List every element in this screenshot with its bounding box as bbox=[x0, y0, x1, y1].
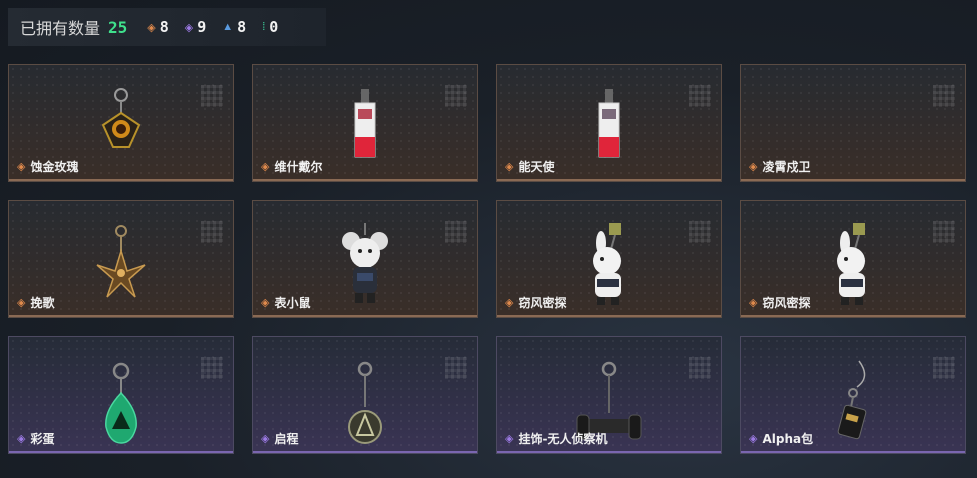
orange-diamond-icon: ◈ bbox=[261, 297, 270, 309]
purple-diamond-icon: ◈ bbox=[17, 433, 26, 445]
rose-pendant-icon bbox=[101, 88, 141, 148]
rarity-green-count: ⁞ 0 bbox=[262, 18, 279, 36]
charm-name: Alpha包 bbox=[762, 432, 814, 446]
charm-card[interactable]: ◈ 蚀金玫瑰 bbox=[8, 64, 234, 182]
charm-name: 窃风密探 bbox=[762, 296, 811, 310]
orange-diamond-icon: ◈ bbox=[17, 297, 26, 309]
charm-card[interactable]: ◈ 表小鼠 bbox=[252, 200, 478, 318]
orange-diamond-icon: ◈ bbox=[749, 161, 758, 173]
rarity-orange-count: ◈ 8 bbox=[147, 18, 169, 36]
charm-card[interactable]: ◈ 窃风密探 bbox=[496, 200, 722, 318]
blue-triangle-icon: ▲ bbox=[222, 21, 234, 33]
orange-diamond-icon: ◈ bbox=[261, 161, 270, 173]
rarity-purple-count: ◈ 9 bbox=[184, 18, 207, 36]
round-medal-charm-icon bbox=[348, 361, 382, 444]
red-tag-charm-icon bbox=[354, 89, 376, 158]
charm-name: 凌霄戍卫 bbox=[762, 160, 811, 174]
alpha-bag-charm-icon bbox=[837, 360, 867, 440]
purple-diamond-icon: ◈ bbox=[749, 433, 758, 445]
charm-card[interactable]: ◈ 能天使 bbox=[496, 64, 722, 182]
charm-card[interactable]: ◈ 挽歌 bbox=[8, 200, 234, 318]
orange-diamond-icon: ◈ bbox=[749, 297, 758, 309]
orange-diamond-icon: ◈ bbox=[17, 161, 26, 173]
purple-diamond-icon: ◈ bbox=[261, 433, 270, 445]
charm-name: 窃风密探 bbox=[518, 296, 567, 310]
owned-summary-bar: 已拥有数量 25 ◈ 8 ◈ 9 ▲ 8 ⁞ 0 bbox=[8, 8, 326, 46]
charm-name: 启程 bbox=[274, 432, 299, 446]
green-dots-icon: ⁞ bbox=[262, 21, 266, 33]
charm-name: 彩蛋 bbox=[30, 432, 55, 446]
charm-name: 挂饰-无人侦察机 bbox=[518, 432, 608, 446]
gold-sun-pendant-icon bbox=[96, 225, 146, 298]
charm-card[interactable]: ◈ Alpha包 bbox=[740, 336, 966, 454]
charm-card[interactable]: ◈ 启程 bbox=[252, 336, 478, 454]
charm-name: 表小鼠 bbox=[274, 296, 311, 310]
rabbit-figure-icon bbox=[837, 223, 865, 305]
green-egg-charm-icon bbox=[105, 362, 137, 444]
orange-diamond-icon: ◈ bbox=[147, 21, 156, 34]
mouse-figure-icon bbox=[342, 223, 388, 303]
owned-count: 25 bbox=[108, 17, 128, 37]
red-tag-charm-icon bbox=[598, 89, 620, 158]
rarity-blue-count: ▲ 8 bbox=[222, 18, 247, 36]
charm-name: 能天使 bbox=[518, 160, 555, 174]
charm-card[interactable]: ◈ 彩蛋 bbox=[8, 336, 234, 454]
owned-label: 已拥有数量 bbox=[20, 19, 101, 38]
purple-diamond-icon: ◈ bbox=[505, 433, 514, 445]
charm-card[interactable]: ◈ 维什戴尔 bbox=[252, 64, 478, 182]
charm-name: 蚀金玫瑰 bbox=[30, 160, 79, 174]
purple-diamond-icon: ◈ bbox=[184, 21, 194, 34]
orange-diamond-icon: ◈ bbox=[505, 297, 514, 309]
charm-card[interactable]: ◈ 挂饰-无人侦察机 bbox=[496, 336, 722, 454]
charm-card[interactable]: ◈ 凌霄戍卫 bbox=[740, 64, 966, 182]
orange-diamond-icon: ◈ bbox=[505, 161, 514, 173]
charm-name: 维什戴尔 bbox=[274, 160, 323, 174]
rabbit-figure-icon bbox=[593, 223, 621, 305]
charm-name: 挽歌 bbox=[30, 296, 55, 310]
charm-card[interactable]: ◈ 窃风密探 bbox=[740, 200, 966, 318]
